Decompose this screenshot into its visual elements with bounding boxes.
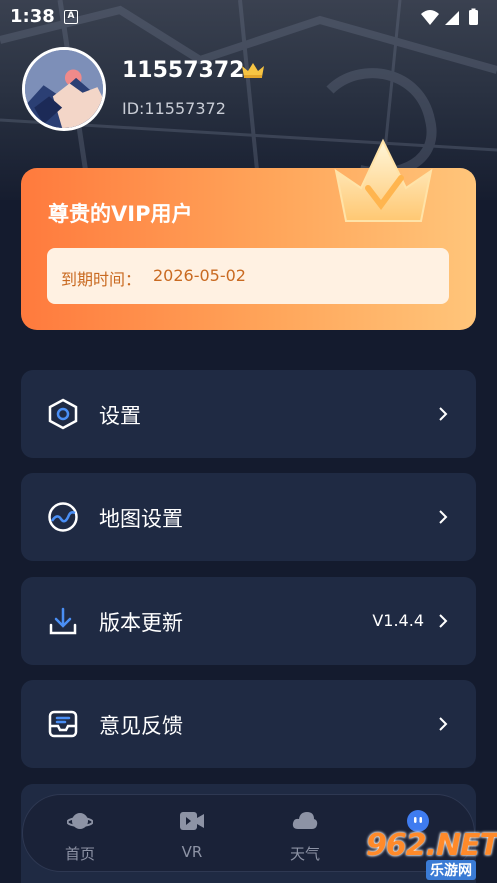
chevron-right-icon <box>439 510 448 524</box>
menu-item-settings[interactable]: 设置 <box>21 370 476 458</box>
watermark-sub: 乐游网 <box>426 860 476 880</box>
username: 11557372 <box>122 58 245 83</box>
globe-map-icon <box>48 502 78 532</box>
vip-crown-icon <box>334 138 433 222</box>
version-value: V1.4.4 <box>372 611 424 630</box>
watermark-logo: 962.NET 乐游网 <box>358 828 497 880</box>
menu-label: 设置 <box>99 404 141 428</box>
battery-icon <box>469 8 478 25</box>
expire-date: 2026-05-02 <box>153 266 246 285</box>
menu-item-map-settings[interactable]: 地图设置 <box>21 473 476 561</box>
status-bar: 1:38 A <box>0 0 497 34</box>
chevron-right-icon <box>439 407 448 421</box>
planet-icon <box>67 813 93 829</box>
expire-label: 到期时间： <box>61 270 142 289</box>
feedback-inbox-icon <box>48 710 78 738</box>
video-camera-icon <box>180 812 204 830</box>
download-icon <box>49 607 77 635</box>
avatar[interactable] <box>22 47 106 131</box>
menu-item-version-update[interactable]: 版本更新 V1.4.4 <box>21 577 476 665</box>
menu-label: 地图设置 <box>99 507 183 531</box>
tab-weather[interactable]: 天气 <box>250 795 360 873</box>
status-icons <box>421 8 478 25</box>
watermark-main: 962.NET <box>366 828 497 863</box>
menu-item-feedback[interactable]: 意见反馈 <box>21 680 476 768</box>
tab-label: 天气 <box>289 845 320 863</box>
vip-card[interactable]: 尊贵的VIP用户 到期时间： 2026-05-02 <box>21 138 476 330</box>
avatar-image <box>25 50 103 128</box>
cloud-icon <box>292 812 318 829</box>
tab-label: 首页 <box>64 845 95 863</box>
signal-icon <box>445 11 459 25</box>
tab-vr[interactable]: VR <box>137 795 247 873</box>
vip-title: 尊贵的VIP用户 <box>48 202 193 226</box>
menu-label: 意见反馈 <box>99 714 183 738</box>
a-letter-icon: A <box>64 10 78 24</box>
tab-home[interactable]: 首页 <box>25 795 135 873</box>
chevron-right-icon <box>439 614 448 628</box>
chevron-right-icon <box>439 717 448 731</box>
hexagon-settings-icon <box>48 398 78 430</box>
wifi-icon <box>421 10 439 25</box>
tab-label: VR <box>181 843 203 861</box>
status-time: 1:38 <box>10 6 55 27</box>
menu-label: 版本更新 <box>99 611 183 635</box>
vip-expire-box: 到期时间： 2026-05-02 <box>47 248 449 304</box>
user-id: ID:11557372 <box>122 99 226 118</box>
crown-icon <box>242 63 264 78</box>
